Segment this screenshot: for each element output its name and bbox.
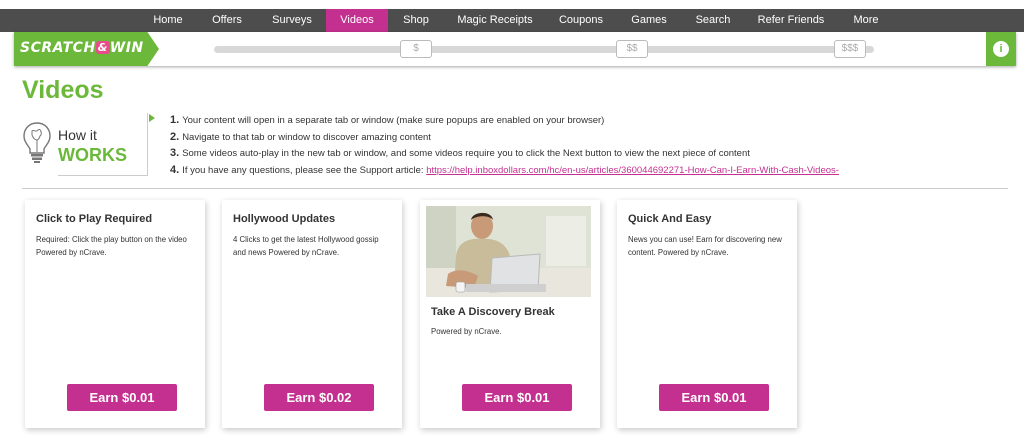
step-text: Your content will open in a separate tab…: [182, 115, 605, 126]
video-card: Hollywood Updates 4 Clicks to get the la…: [222, 200, 402, 428]
lightbulb-brain-icon: [23, 122, 51, 163]
earn-button[interactable]: Earn $0.02: [264, 384, 374, 411]
milestone-3: $$$: [834, 40, 866, 58]
nav-item-search[interactable]: Search: [688, 9, 738, 32]
earn-button[interactable]: Earn $0.01: [659, 384, 769, 411]
card-title: Click to Play Required: [36, 213, 153, 225]
logo-word-scratch: SCRATCH: [20, 40, 96, 56]
scratch-win-logo-text: SCRATCH & WIN: [20, 40, 144, 56]
info-button[interactable]: i: [986, 32, 1016, 66]
progress-track: [214, 46, 874, 53]
man-with-laptop-image: [426, 206, 591, 297]
logo-ampersand: &: [95, 41, 110, 54]
step-text: If you have any questions, please see th…: [182, 164, 427, 176]
step-item: 4. If you have any questions, please see …: [170, 164, 839, 181]
step-number: 2.: [170, 130, 180, 143]
how-it-works-vline: [147, 113, 148, 176]
support-article-link[interactable]: https://help.inboxdollars.com/hc/en-us/a…: [426, 165, 839, 176]
nav-item-home[interactable]: Home: [142, 9, 194, 32]
video-card: Take A Discovery Break Powered by nCrave…: [420, 200, 600, 428]
step-number: 3.: [170, 147, 180, 159]
card-description: Required: Click the play button on the v…: [36, 235, 187, 257]
how-it-works-divider: [58, 175, 148, 176]
how-it-works-box: How it WORKS: [20, 113, 148, 176]
card-description: 4 Clicks to get the latest Hollywood gos…: [233, 235, 379, 257]
logo-word-win: WIN: [109, 40, 144, 56]
nav-item-more[interactable]: More: [844, 9, 888, 32]
nav-item-refer-friends[interactable]: Refer Friends: [750, 9, 832, 32]
video-thumbnail[interactable]: [426, 206, 591, 297]
step-number: 1.: [170, 114, 180, 126]
nav-item-shop[interactable]: Shop: [394, 9, 438, 32]
works-label: WORKS: [58, 145, 127, 165]
step-item: 1. Your content will open in a separate t…: [170, 114, 839, 131]
scratch-win-logo[interactable]: SCRATCH & WIN: [14, 32, 159, 66]
nav-item-coupons[interactable]: Coupons: [551, 9, 611, 32]
arrow-right-icon: [149, 114, 155, 122]
step-text: Some videos auto-play in the new tab or …: [182, 148, 750, 159]
card-title: Take A Discovery Break: [431, 306, 555, 318]
scratch-win-bar: SCRATCH & WIN $ $$ $$$ i: [14, 32, 1016, 66]
step-item: 3. Some videos auto-play in the new tab o…: [170, 147, 839, 164]
milestone-1: $: [400, 40, 432, 58]
card-description: News you can use! Earn for discovering n…: [628, 235, 782, 257]
step-text: Navigate to that tab or window to discov…: [182, 131, 431, 143]
info-icon: i: [993, 41, 1009, 57]
card-description: Powered by nCrave.: [431, 327, 502, 336]
nav-item-videos[interactable]: Videos: [326, 9, 388, 32]
how-it-label: How it: [58, 127, 97, 143]
milestone-2: $$: [616, 40, 648, 58]
top-nav: Home Offers Surveys Videos Shop Magic Re…: [0, 9, 1024, 32]
nav-item-games[interactable]: Games: [622, 9, 676, 32]
how-it-works-steps: 1. Your content will open in a separate t…: [170, 114, 839, 180]
page-title: Videos: [22, 76, 104, 104]
video-card: Quick And Easy News you can use! Earn fo…: [617, 200, 797, 428]
card-title: Quick And Easy: [628, 213, 712, 225]
section-divider: [22, 188, 1008, 189]
nav-item-magic-receipts[interactable]: Magic Receipts: [450, 9, 540, 32]
video-card: Click to Play Required Required: Click t…: [25, 200, 205, 428]
nav-item-surveys[interactable]: Surveys: [262, 9, 322, 32]
step-number: 4.: [170, 163, 180, 176]
earn-button[interactable]: Earn $0.01: [67, 384, 177, 411]
earn-button[interactable]: Earn $0.01: [462, 384, 572, 411]
step-item: 2. Navigate to that tab or window to disc…: [170, 131, 839, 148]
card-title: Hollywood Updates: [233, 213, 336, 225]
nav-item-offers[interactable]: Offers: [200, 9, 254, 32]
